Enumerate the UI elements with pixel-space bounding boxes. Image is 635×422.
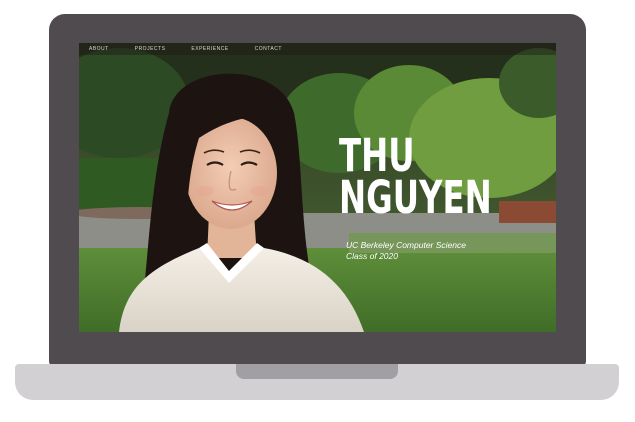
laptop-screen: ABOUT PROJECTS EXPERIENCE CONTACT THU NG…: [79, 43, 556, 332]
subtitle-class: Class of 2020: [346, 251, 398, 261]
hero-name: THU NGUYEN: [339, 133, 551, 224]
subtitle-school: UC Berkeley Computer Science: [346, 240, 466, 250]
nav-item-contact[interactable]: CONTACT: [255, 46, 282, 52]
laptop-mockup: ABOUT PROJECTS EXPERIENCE CONTACT THU NG…: [0, 0, 635, 422]
hero-subtitle: UC Berkeley Computer Science Class of 20…: [346, 240, 466, 262]
nav-item-experience[interactable]: EXPERIENCE: [191, 46, 228, 52]
laptop-hinge-notch: [236, 364, 398, 379]
site-nav: ABOUT PROJECTS EXPERIENCE CONTACT: [79, 43, 556, 55]
last-name: NGUYEN: [339, 171, 492, 224]
nav-item-projects[interactable]: PROJECTS: [135, 46, 166, 52]
nav-item-about[interactable]: ABOUT: [89, 46, 109, 52]
